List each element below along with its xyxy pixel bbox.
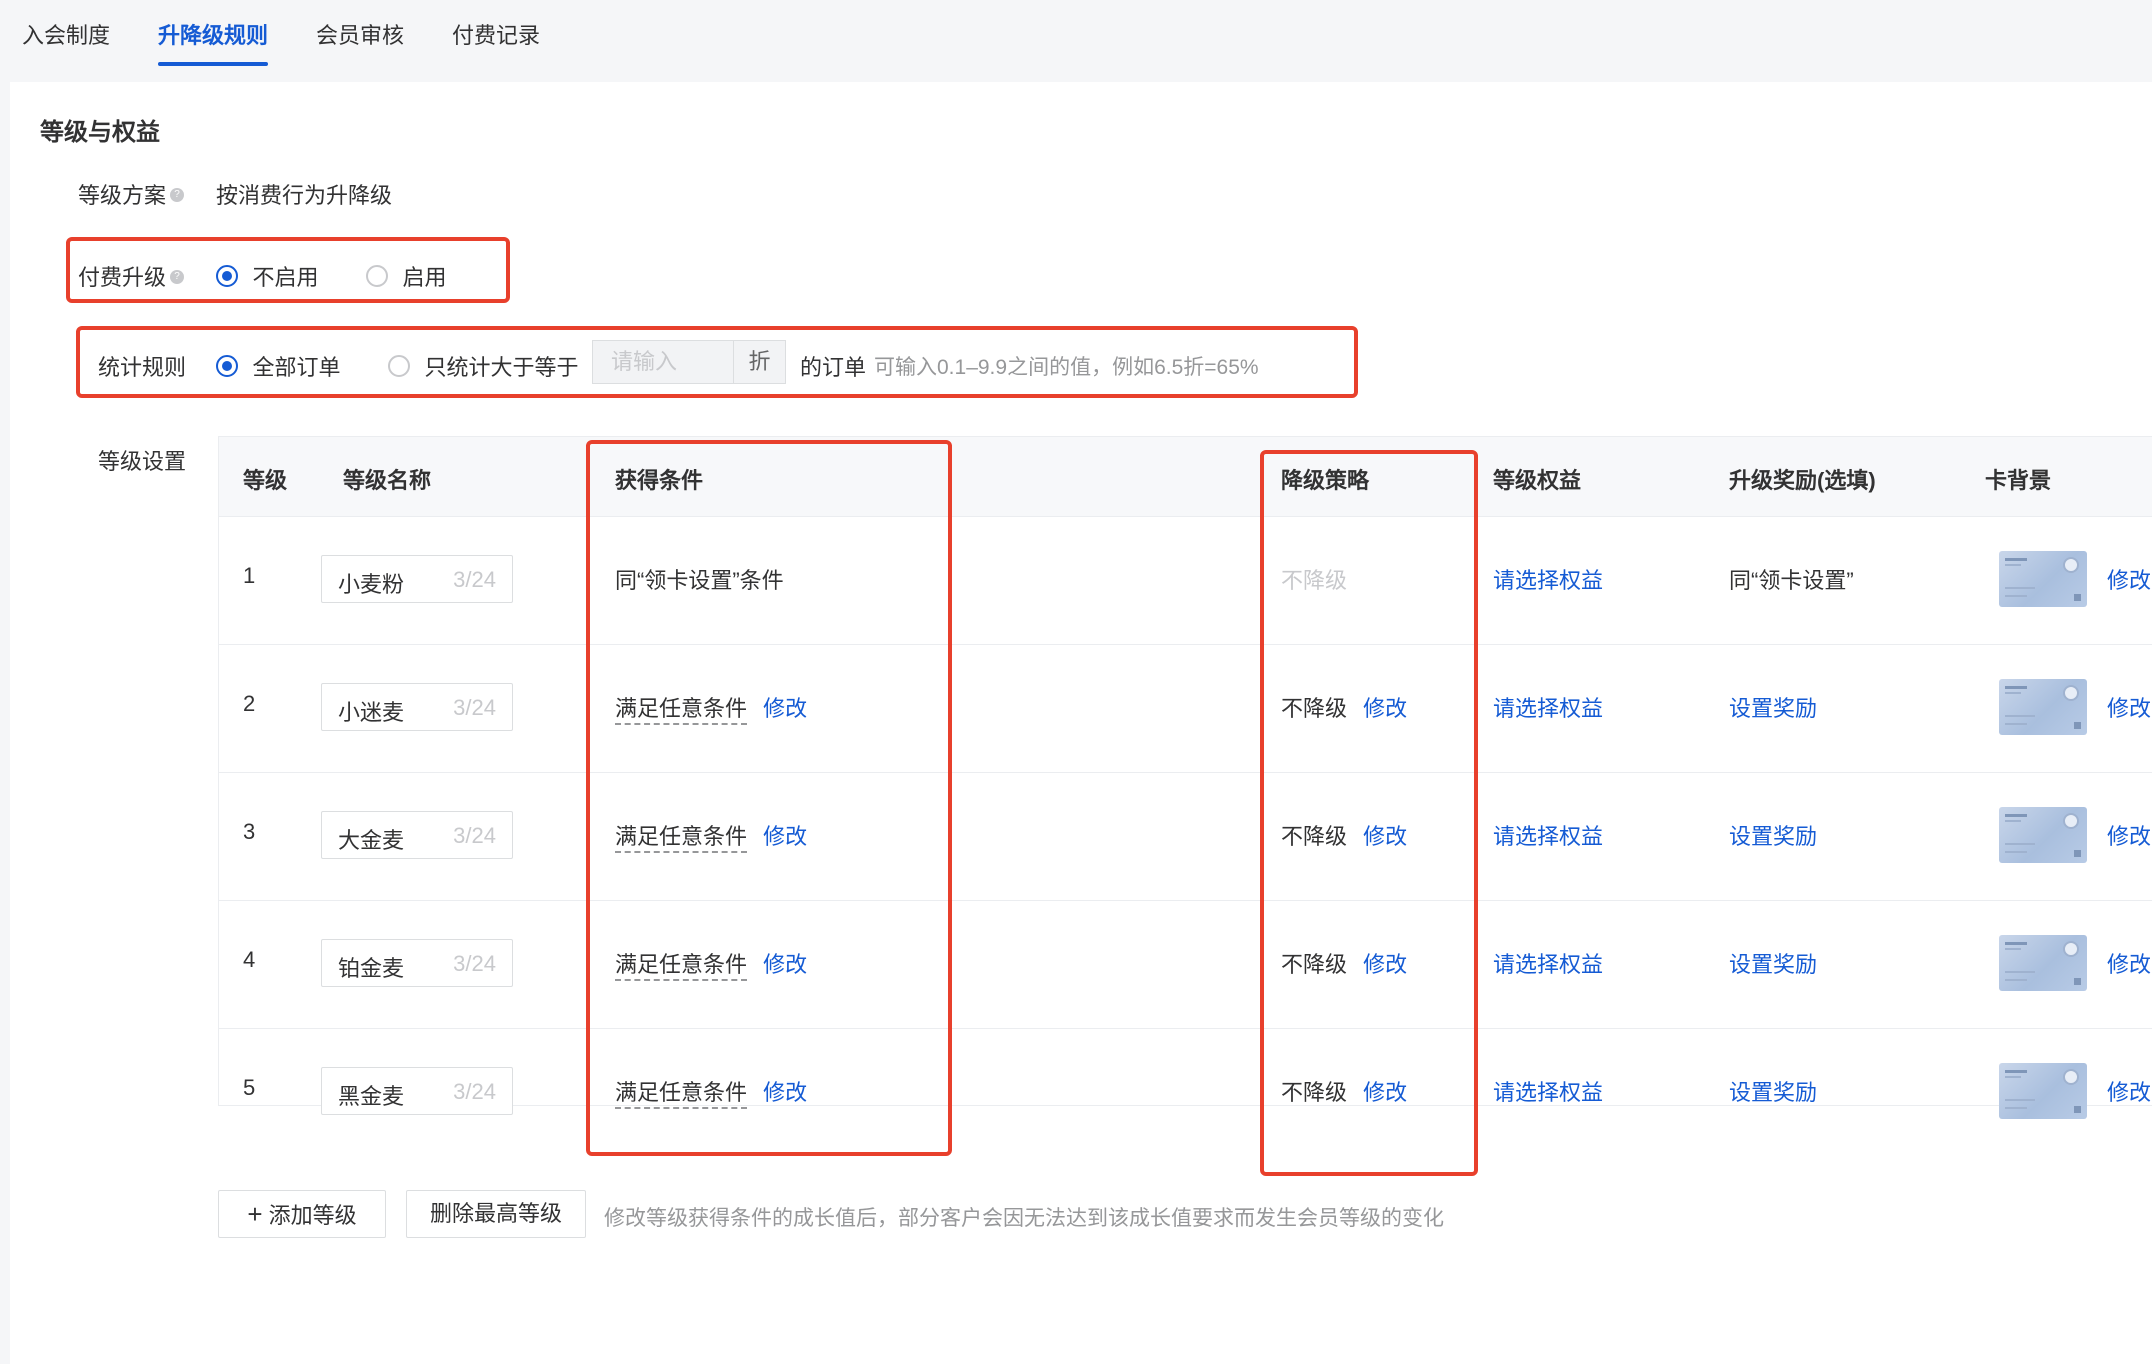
table-row: 3 大金麦 3/24 满足任意条件 修改 不降级 修改 请选择权益 设置奖励 修… [219, 773, 2152, 901]
level-name-input[interactable]: 大金麦 3/24 [321, 811, 513, 859]
card-background-thumbnail [1999, 935, 2087, 991]
table-row: 5 黑金麦 3/24 满足任意条件 修改 不降级 修改 请选择权益 设置奖励 修… [219, 1029, 2152, 1157]
radio-all-orders[interactable]: 全部订单 [216, 350, 340, 382]
highlight-box-condition-column [586, 440, 952, 1156]
select-benefit-link[interactable]: 请选择权益 [1493, 819, 1603, 851]
active-tab-indicator [158, 62, 268, 66]
level-number: 5 [243, 1075, 256, 1100]
level-table: 等级 等级名称 获得条件 降级策略 等级权益 升级奖励(选填) 卡背景 1 小麦… [218, 436, 2152, 1119]
tab-payment-records[interactable]: 付费记录 [452, 18, 540, 50]
discount-hint: 可输入0.1–9.9之间的值，例如6.5折=65% [874, 356, 1259, 379]
paid-upgrade-label: 付费升级? [78, 260, 185, 292]
discount-addon: 折 [734, 340, 786, 384]
level-settings-label: 等级设置 [98, 449, 187, 474]
table-header: 等级 等级名称 获得条件 降级策略 等级权益 升级奖励(选填) 卡背景 [219, 437, 2152, 517]
set-reward-link[interactable]: 设置奖励 [1729, 819, 1817, 851]
edit-card-link[interactable]: 修改 [2107, 1075, 2151, 1107]
col-upgrade-reward: 升级奖励(选填) [1729, 468, 1876, 493]
select-benefit-link[interactable]: 请选择权益 [1493, 947, 1603, 979]
level-number: 4 [243, 947, 256, 972]
level-name-input[interactable]: 小迷麦 3/24 [321, 683, 513, 731]
radio-unchecked-icon[interactable] [366, 265, 388, 287]
set-reward-link[interactable]: 设置奖励 [1729, 691, 1817, 723]
reward-text: 同“领卡设置” [1729, 568, 1854, 593]
edit-card-link[interactable]: 修改 [2107, 563, 2151, 595]
help-icon[interactable]: ? [170, 188, 185, 203]
edit-card-link[interactable]: 修改 [2107, 691, 2151, 723]
top-tabs: 入会制度 升降级规则 会员审核 付费记录 [0, 0, 2152, 82]
radio-enable-paid-upgrade[interactable]: 启用 [366, 260, 446, 292]
main-panel: 等级与权益 等级方案? 按消费行为升降级 付费升级? 不启用 启用 统计规则 全… [10, 82, 2152, 1364]
delete-top-level-button[interactable]: 删除最高等级 [406, 1190, 586, 1238]
help-icon[interactable]: ? [170, 270, 185, 285]
table-row: 1 小麦粉 3/24 同“领卡设置”条件 不降级 请选择权益 同“领卡设置” 修… [219, 517, 2152, 645]
level-number: 3 [243, 819, 256, 844]
tab-upgrade-rules[interactable]: 升降级规则 [158, 18, 268, 50]
edit-card-link[interactable]: 修改 [2107, 819, 2151, 851]
char-count: 3/24 [453, 1079, 496, 1104]
char-count: 3/24 [453, 823, 496, 848]
orders-suffix: 的订单 [800, 355, 867, 380]
col-benefits: 等级权益 [1493, 468, 1582, 493]
select-benefit-link[interactable]: 请选择权益 [1493, 1075, 1603, 1107]
tab-membership-policy[interactable]: 入会制度 [22, 18, 110, 50]
level-number: 2 [243, 691, 256, 716]
col-card-background: 卡背景 [1985, 468, 2052, 493]
section-title: 等级与权益 [40, 119, 160, 146]
char-count: 3/24 [453, 951, 496, 976]
highlight-box-downgrade-column [1260, 450, 1478, 1176]
level-name-input[interactable]: 黑金麦 3/24 [321, 1067, 513, 1115]
card-background-thumbnail [1999, 807, 2087, 863]
table-row: 2 小迷麦 3/24 满足任意条件 修改 不降级 修改 请选择权益 设置奖励 修… [219, 645, 2152, 773]
radio-disable-paid-upgrade[interactable]: 不启用 [216, 260, 318, 292]
plus-icon: + [247, 1199, 263, 1229]
col-level-name: 等级名称 [343, 468, 432, 493]
radio-partial-orders[interactable]: 只统计大于等于 [388, 350, 578, 382]
card-background-thumbnail [1999, 1063, 2087, 1119]
radio-unchecked-icon[interactable] [388, 355, 410, 377]
radio-checked-icon[interactable] [216, 355, 238, 377]
card-background-thumbnail [1999, 679, 2087, 735]
actions-hint: 修改等级获得条件的成长值后，部分客户会因无法达到该成长值要求而发生会员等级的变化 [604, 1207, 1444, 1230]
col-level: 等级 [243, 468, 288, 493]
edit-card-link[interactable]: 修改 [2107, 947, 2151, 979]
level-number: 1 [243, 563, 256, 588]
stat-rule-label: 统计规则 [98, 355, 187, 380]
level-scheme-value: 按消费行为升降级 [216, 183, 393, 208]
add-level-button[interactable]: + 添加等级 [218, 1190, 386, 1238]
level-scheme-label: 等级方案? [78, 178, 185, 210]
radio-checked-icon[interactable] [216, 265, 238, 287]
set-reward-link[interactable]: 设置奖励 [1729, 947, 1817, 979]
card-background-thumbnail [1999, 551, 2087, 607]
select-benefit-link[interactable]: 请选择权益 [1493, 691, 1603, 723]
char-count: 3/24 [453, 695, 496, 720]
table-row: 4 铂金麦 3/24 满足任意条件 修改 不降级 修改 请选择权益 设置奖励 修… [219, 901, 2152, 1029]
level-name-input[interactable]: 铂金麦 3/24 [321, 939, 513, 987]
discount-input[interactable]: 请输入 [592, 340, 734, 384]
level-name-input[interactable]: 小麦粉 3/24 [321, 555, 513, 603]
set-reward-link[interactable]: 设置奖励 [1729, 1075, 1817, 1107]
char-count: 3/24 [453, 567, 496, 592]
tab-member-review[interactable]: 会员审核 [316, 18, 404, 50]
select-benefit-link[interactable]: 请选择权益 [1493, 563, 1603, 595]
